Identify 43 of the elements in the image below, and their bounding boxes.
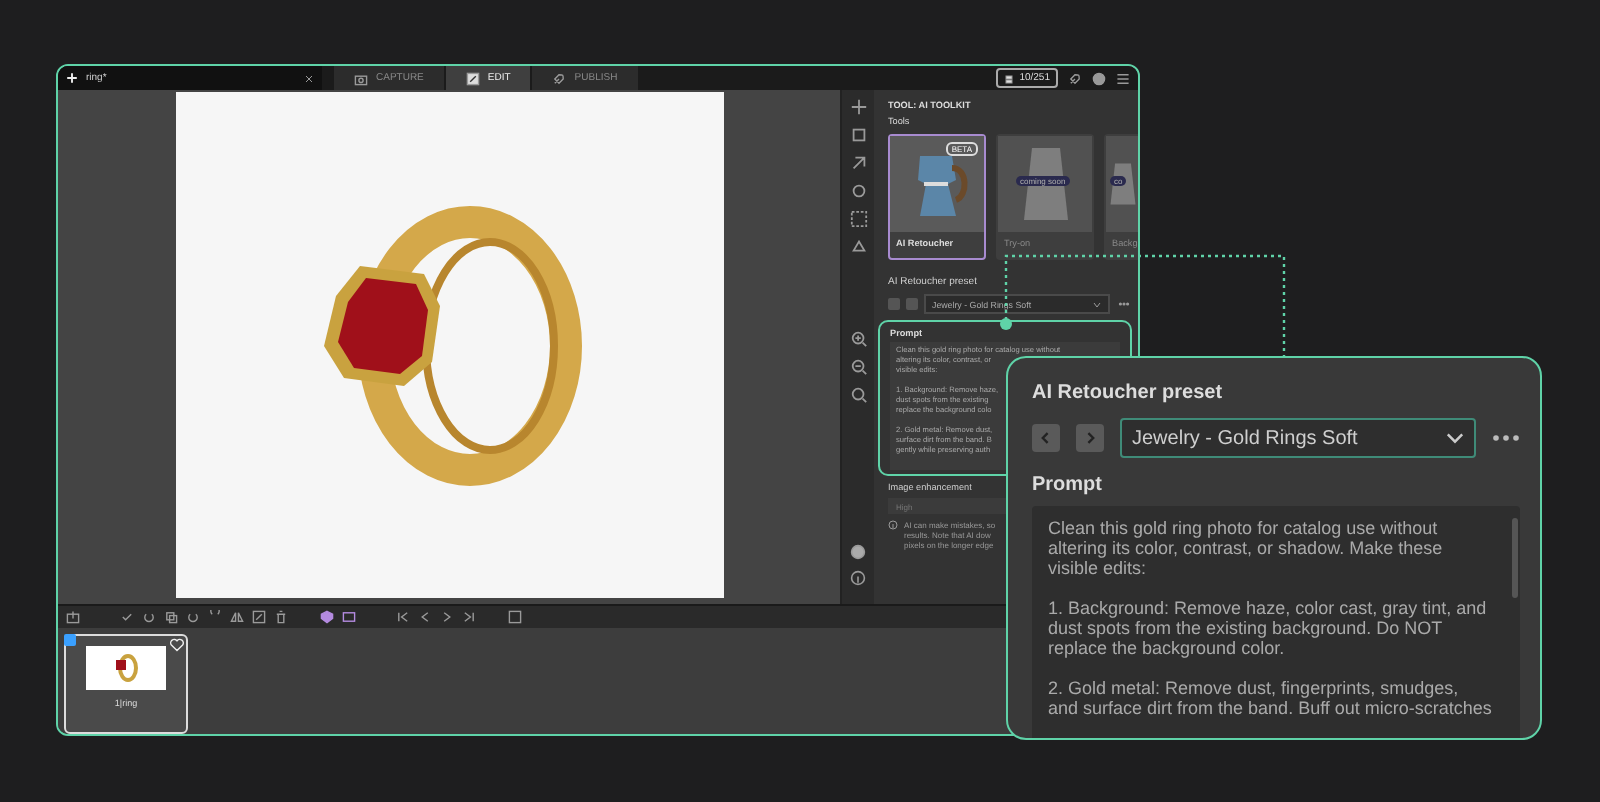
zoom-out-icon[interactable] [849, 358, 867, 377]
menu-icon[interactable] [1116, 71, 1130, 85]
undo-icon[interactable] [142, 610, 156, 624]
ring-photo [86, 646, 166, 690]
chevron-right-icon [1082, 430, 1098, 446]
zoom-fit-icon[interactable] [849, 386, 867, 405]
prompt-field[interactable]: Clean this gold ring photo for catalog use without altering its color, contrast, or shadow. Make these visible edits: 1. Background: Remove haze, color cast, gray tint, and dust spots from the existing background. Do NOT replace the background color. 2. Gold metal: Remove dust, fingerprints, smudges, and surface dirt from the band. Buff out micro-scratches [1032, 506, 1520, 738]
last-icon[interactable] [462, 610, 476, 624]
adjust-icon[interactable] [252, 610, 266, 624]
close-icon[interactable] [304, 73, 314, 83]
pencil-icon[interactable] [465, 71, 480, 85]
more-icon[interactable] [1492, 434, 1520, 442]
shield-icon[interactable] [320, 610, 334, 624]
info-icon [888, 520, 898, 530]
plus-icon[interactable] [66, 72, 78, 84]
selection-icon[interactable] [849, 210, 867, 228]
camera-icon[interactable] [354, 71, 368, 85]
checkbox-icon[interactable] [64, 634, 76, 646]
trash-icon[interactable] [274, 610, 288, 624]
zoom-in-icon[interactable] [849, 330, 867, 349]
import-icon[interactable] [66, 610, 80, 624]
frame-icon[interactable] [342, 610, 356, 624]
info-icon [850, 569, 866, 586]
chevron-left-icon [1038, 430, 1054, 446]
copy-icon[interactable] [164, 610, 178, 624]
rocket-icon[interactable] [1068, 71, 1082, 85]
next-icon[interactable] [440, 610, 454, 624]
rocket-icon[interactable] [552, 71, 567, 85]
first-icon[interactable] [396, 610, 410, 624]
prompt-label: Prompt [1032, 474, 1104, 496]
preset-dropdown[interactable]: Jewelry - Gold Rings Soft [1120, 418, 1476, 458]
rotate-left-icon[interactable] [186, 610, 200, 624]
stack-icon [1003, 73, 1014, 83]
save-icon[interactable] [508, 610, 522, 624]
previous-icon[interactable] [418, 610, 432, 624]
heart-icon[interactable] [170, 638, 184, 652]
chevron-down-icon [1092, 299, 1102, 309]
check-icon[interactable] [120, 610, 134, 624]
circle-icon[interactable] [849, 182, 867, 200]
flip-icon[interactable] [230, 610, 244, 624]
chevron-down-icon [1446, 432, 1464, 444]
more-icon[interactable] [1116, 298, 1132, 310]
triangle-icon[interactable] [849, 238, 867, 256]
